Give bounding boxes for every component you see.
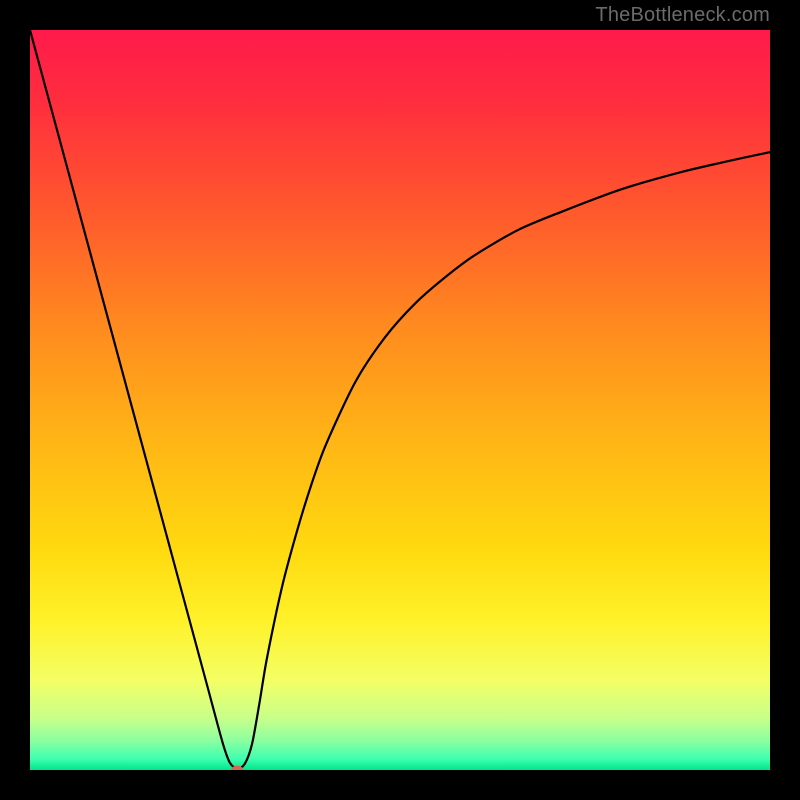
curve-layer	[30, 30, 770, 770]
watermark-label: TheBottleneck.com	[595, 4, 770, 27]
chart-frame: TheBottleneck.com	[0, 0, 800, 800]
bottleneck-curve	[30, 30, 770, 769]
plot-area	[30, 30, 770, 770]
